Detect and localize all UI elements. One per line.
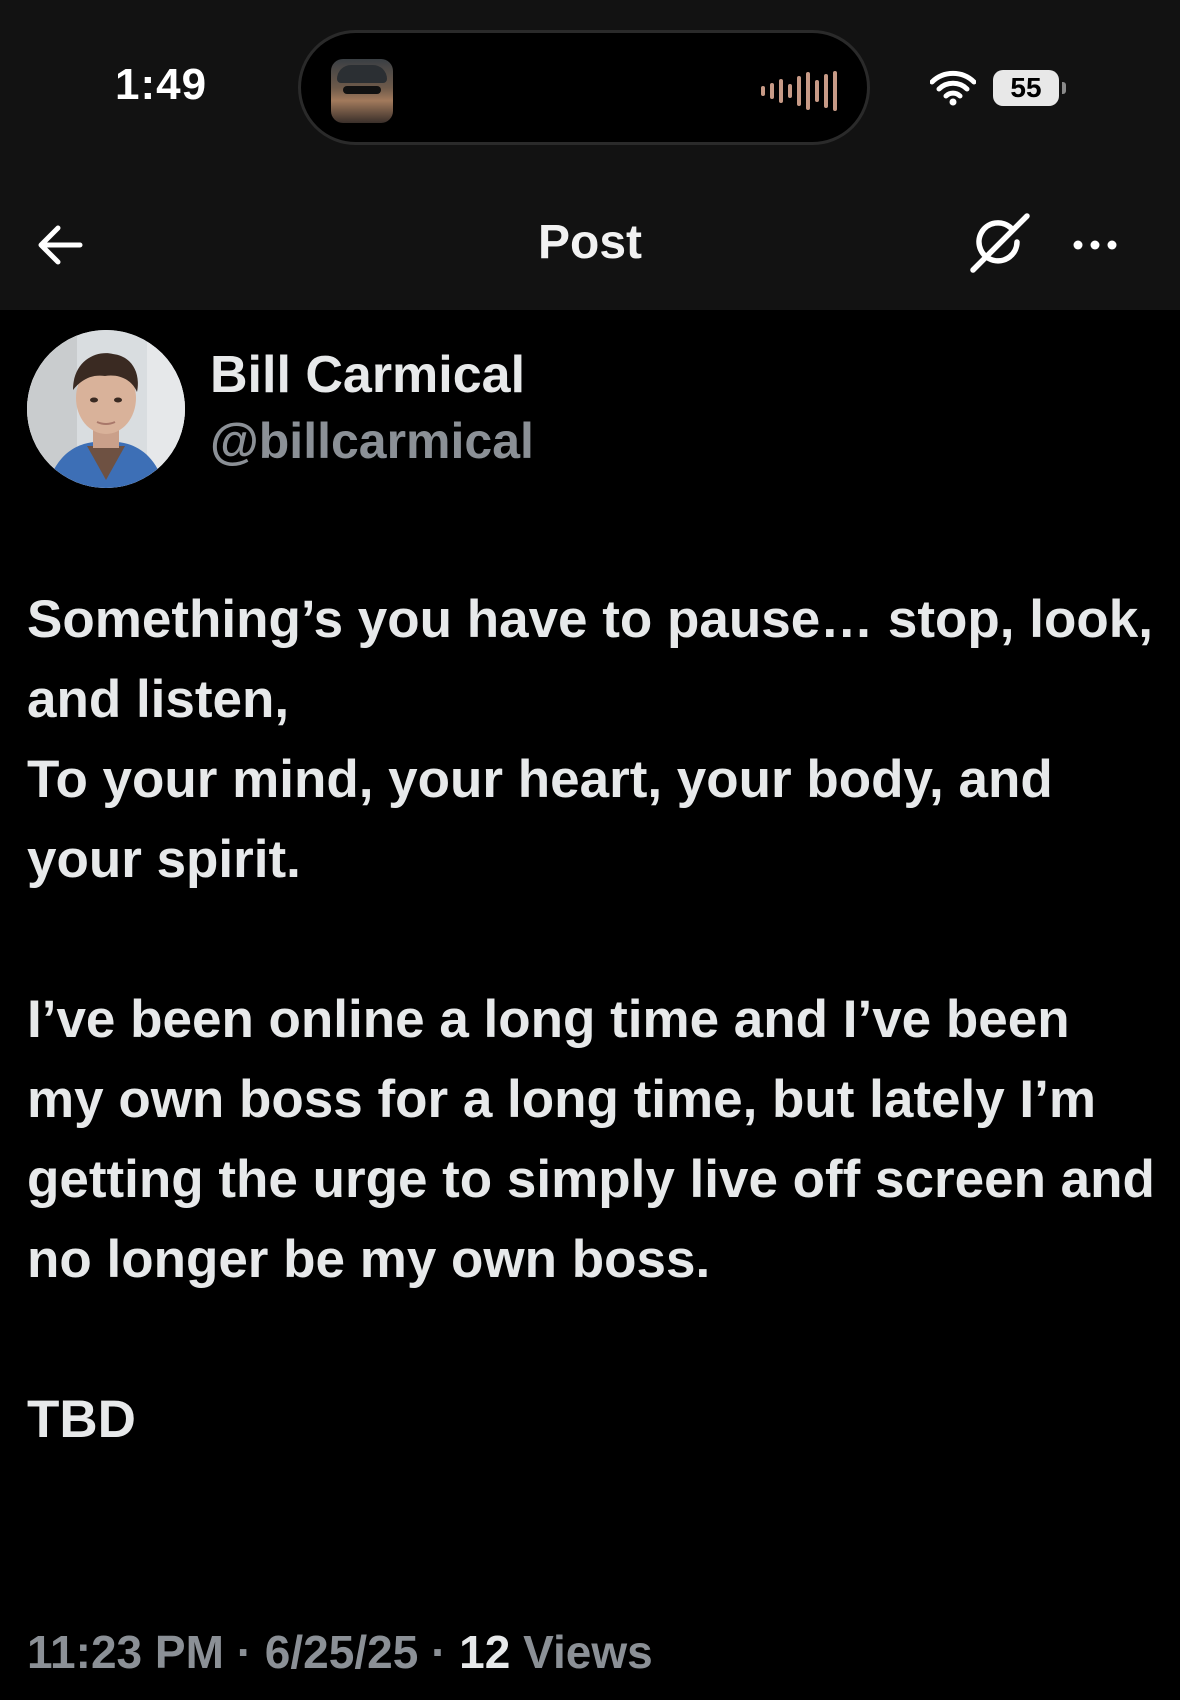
battery-nub: [1062, 82, 1066, 94]
post-meta: 11:23 PM · 6/25/25 · 12 Views: [27, 1625, 653, 1679]
avatar-photo: [27, 330, 185, 488]
more-icon[interactable]: [1065, 215, 1125, 275]
post-paragraph: To your mind, your heart, your body, and…: [27, 750, 1053, 889]
nav-header: Post: [0, 175, 1180, 310]
dynamic-island[interactable]: [298, 30, 870, 145]
battery-icon: 55: [993, 70, 1059, 106]
wifi-icon: [930, 70, 976, 106]
audio-waveform-icon: [761, 71, 837, 111]
meta-separator: ·: [236, 1626, 253, 1678]
post-body: Something’s you have to pause… stop, loo…: [27, 580, 1157, 1460]
author-avatar[interactable]: [27, 330, 185, 488]
meta-separator: ·: [431, 1626, 447, 1678]
author-handle[interactable]: @billcarmical: [210, 412, 534, 470]
status-time: 1:49: [115, 60, 208, 109]
post-date: 6/25/25: [264, 1626, 419, 1678]
now-playing-avatar[interactable]: [331, 59, 393, 123]
post-paragraph: TBD: [27, 1390, 136, 1449]
status-bar: 1:49 55: [0, 0, 1180, 175]
views-count[interactable]: 12: [459, 1626, 510, 1678]
post-paragraph: Something’s you have to pause… stop, loo…: [27, 590, 1153, 729]
views-label[interactable]: Views: [523, 1626, 653, 1678]
author-name[interactable]: Bill Carmical: [210, 345, 525, 405]
post-time: 11:23 PM: [27, 1626, 224, 1678]
grok-icon[interactable]: [965, 208, 1035, 278]
post-paragraph: I’ve been online a long time and I’ve be…: [27, 990, 1155, 1289]
